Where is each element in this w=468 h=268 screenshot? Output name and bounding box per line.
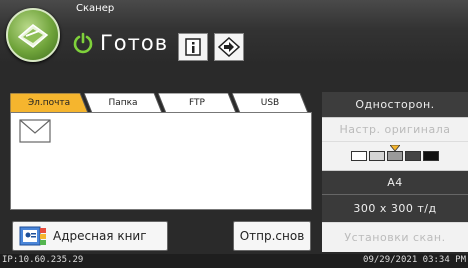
send-files-label: Отпр.снов: [239, 229, 305, 243]
address-book-label: Адресная книг: [53, 229, 147, 243]
tab-usb[interactable]: USB: [232, 93, 308, 113]
date-time: 09/29/2021 03:34 PM: [363, 255, 466, 265]
tab-email-label: Эл.почта: [27, 98, 71, 108]
density-indicator: [351, 145, 439, 161]
original-settings-button[interactable]: Настр. оригинала: [322, 118, 468, 142]
tab-usb-label: USB: [260, 98, 280, 108]
paper-size-button[interactable]: A4: [322, 170, 468, 194]
density-marker-icon: [390, 145, 400, 151]
login-button[interactable]: [214, 33, 244, 61]
tab-ftp[interactable]: FTP: [158, 93, 236, 113]
tab-folder-label: Папка: [108, 98, 138, 108]
app-label: Сканер: [76, 3, 115, 14]
status-area: Готов: [72, 30, 168, 56]
destination-list[interactable]: [10, 112, 312, 210]
density-setting-button[interactable]: [322, 142, 468, 170]
density-level-4: [405, 151, 421, 161]
info-button[interactable]: [178, 33, 208, 61]
login-arrow-icon: [218, 37, 240, 57]
status-footer: IP:10.60.235.29 09/29/2021 03:34 PM: [0, 254, 468, 268]
power-ready-icon: [73, 32, 93, 54]
sides-setting-label: Односторон.: [355, 98, 435, 111]
paper-size-label: A4: [387, 176, 403, 189]
address-book-button[interactable]: Адресная книг: [12, 221, 168, 251]
status-text: Готов: [100, 31, 169, 55]
scan-settings-label: Установки скан.: [344, 231, 446, 244]
envelope-icon: [19, 119, 51, 143]
density-level-5: [423, 151, 439, 161]
density-level-1: [351, 151, 367, 161]
density-level-3: [387, 145, 403, 161]
resolution-label: 300 x 300 т/д: [353, 202, 437, 215]
tab-ftp-label: FTP: [189, 98, 205, 108]
scanner-glyph-icon: [17, 24, 49, 48]
scanner-app-icon[interactable]: [6, 8, 60, 62]
density-level-2: [369, 151, 385, 161]
scan-settings-button[interactable]: Установки скан.: [322, 222, 468, 252]
ip-address: IP:10.60.235.29: [2, 255, 84, 265]
destination-tabs: Эл.почта Папка FTP USB: [10, 93, 308, 113]
tab-folder[interactable]: Папка: [84, 93, 162, 113]
address-book-icon: [19, 226, 46, 246]
sides-setting-button[interactable]: Односторон.: [322, 92, 468, 118]
tab-email[interactable]: Эл.почта: [10, 93, 88, 113]
send-files-button[interactable]: Отпр.снов: [233, 221, 311, 251]
resolution-button[interactable]: 300 x 300 т/д: [322, 194, 468, 222]
header-bar: Сканер Готов: [0, 0, 468, 64]
info-icon: [185, 38, 201, 56]
original-settings-label: Настр. оригинала: [339, 123, 451, 136]
